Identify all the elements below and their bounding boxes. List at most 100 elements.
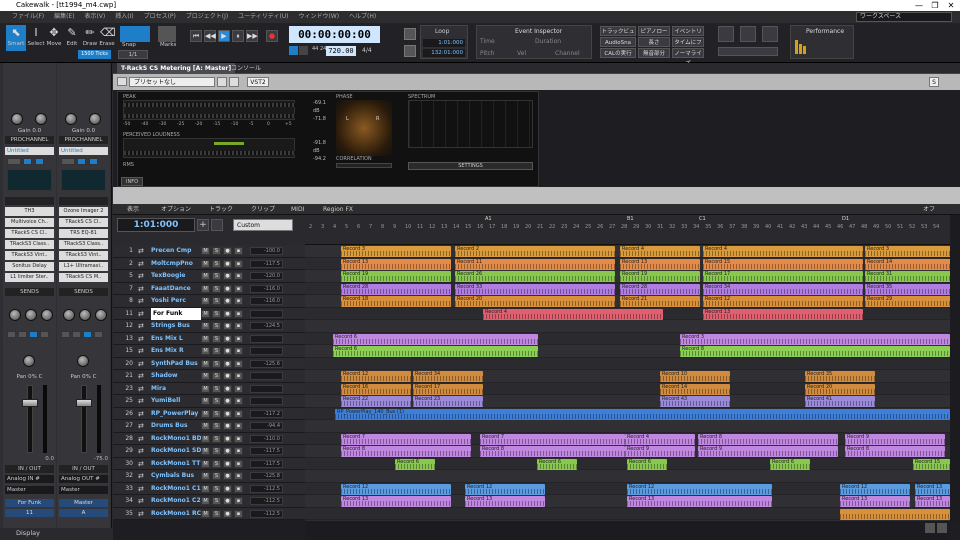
audio-clip[interactable]: Record 15 xyxy=(703,258,863,270)
audio-clip[interactable]: Record 6 xyxy=(333,333,538,345)
audio-clip[interactable]: Record 14 xyxy=(865,258,950,270)
add-track-button[interactable]: + xyxy=(197,219,209,231)
mute-button[interactable]: M xyxy=(201,484,210,493)
now-time[interactable]: 1:01:000 xyxy=(117,218,195,232)
track-row[interactable]: 28 ⇄ RockMono1 BD M S ● ▪ -110.0 xyxy=(113,432,305,445)
audio-clip[interactable]: Record 4 xyxy=(703,246,863,257)
gain-knob[interactable] xyxy=(11,113,23,125)
audio-clip[interactable]: Record 6 xyxy=(395,458,435,470)
track-name[interactable]: Cymbals Bus xyxy=(151,470,201,482)
track-row[interactable]: 5 ⇄ TexBoogie M S ● ▪ -120.0 xyxy=(113,270,305,283)
track-name[interactable]: RockMono1 BD xyxy=(151,433,201,445)
gain-knob[interactable] xyxy=(65,113,77,125)
tab-metering[interactable]: T-RackS CS Metering [A: Master] xyxy=(117,63,236,74)
track-volume[interactable] xyxy=(250,334,283,343)
input-echo-button[interactable]: ▪ xyxy=(234,297,243,305)
arm-button[interactable]: ● xyxy=(223,397,232,405)
audio-clip[interactable]: Record 28 xyxy=(341,283,451,295)
track-lane[interactable] xyxy=(305,470,950,483)
solo-button[interactable]: S xyxy=(212,359,221,368)
mute-button[interactable]: M xyxy=(201,247,210,255)
pan-knob[interactable] xyxy=(35,113,47,125)
track-lane[interactable] xyxy=(305,420,950,433)
minimize-button[interactable]: — xyxy=(912,0,926,11)
audio-clip[interactable]: Record 3 xyxy=(865,246,950,257)
audio-clip[interactable]: Record 22 xyxy=(341,396,411,407)
arm-button[interactable]: ● xyxy=(223,309,232,318)
arm-button[interactable]: ● xyxy=(223,472,232,480)
input-echo-button[interactable]: ▪ xyxy=(234,384,243,393)
solo-button[interactable]: S xyxy=(212,284,221,293)
post-button[interactable] xyxy=(61,158,75,165)
audio-clip[interactable]: Record 12 xyxy=(627,483,772,495)
track-row[interactable]: 11 ⇄ For Funk M S ● ▪ xyxy=(113,307,305,320)
arm-button[interactable]: ● xyxy=(223,497,232,505)
audio-clip[interactable]: Record 16 xyxy=(341,383,411,395)
audio-clip[interactable]: Record 3 xyxy=(680,333,950,345)
audio-clip[interactable]: Record 8 xyxy=(698,433,838,445)
arm-button[interactable]: ● xyxy=(223,459,232,468)
arm-button[interactable]: ● xyxy=(223,422,232,430)
audio-clip[interactable]: Record 17 xyxy=(703,271,863,282)
mute-button[interactable]: M xyxy=(201,334,210,343)
track-name[interactable]: TexBoogie xyxy=(151,270,201,282)
track-name[interactable]: RP_PowerPlay xyxy=(151,408,201,420)
fx-slot[interactable]: TRackS3 Class.. xyxy=(59,240,108,249)
smart-tool[interactable]: ⬉ Smart xyxy=(6,25,26,51)
track-name[interactable]: MoltcmpPno xyxy=(151,258,201,270)
tempo-display[interactable]: 720.00 xyxy=(326,46,356,56)
input-select[interactable]: Analog IN # xyxy=(5,475,54,483)
ruler-marker[interactable]: C1 xyxy=(699,216,706,222)
solo-button[interactable]: S xyxy=(212,472,221,480)
play-button[interactable]: ▶ xyxy=(218,30,230,42)
track-volume[interactable]: -116.0 xyxy=(250,284,283,293)
trackmenu-midi[interactable]: MIDI xyxy=(291,204,304,215)
audio-clip[interactable]: Record 28 xyxy=(620,283,700,295)
display-label[interactable]: Display xyxy=(16,529,40,537)
audio-clip[interactable]: Record 21 xyxy=(620,296,700,307)
arm-button[interactable]: ● xyxy=(223,247,232,255)
audio-clip[interactable]: Record 4 xyxy=(620,246,700,257)
audio-clip[interactable]: RP_PowerPlay_140_Bus (1) xyxy=(335,408,950,420)
audio-clip[interactable]: Record 8 xyxy=(680,346,950,357)
solo-button[interactable]: S xyxy=(212,322,221,330)
input-echo-button[interactable]: ▪ xyxy=(234,484,243,493)
output-select[interactable]: Master xyxy=(59,486,108,494)
input-echo-button[interactable]: ▪ xyxy=(234,247,243,255)
fx-slot[interactable]: TRS EQ-81 xyxy=(59,229,108,238)
track-name[interactable]: Drums Bus xyxy=(151,420,201,432)
menu-utility[interactable]: ユーティリティ(U) xyxy=(238,13,288,20)
audio-clip[interactable]: Record 15 xyxy=(913,458,950,470)
record-arm-button[interactable] xyxy=(83,331,92,338)
solo-button[interactable]: S xyxy=(212,409,221,418)
zoom-in-icon[interactable] xyxy=(925,523,935,533)
solo-button[interactable]: S xyxy=(212,422,221,430)
track-volume[interactable]: -117.5 xyxy=(250,447,283,455)
input-echo-button[interactable]: ▪ xyxy=(234,372,243,380)
time-display[interactable]: 00:00:00:00 xyxy=(289,26,380,43)
menu-insert[interactable]: 挿入(I) xyxy=(115,13,133,20)
snap-ticks[interactable]: 1500 Ticks xyxy=(78,50,111,59)
audio-clip[interactable]: Record 20 xyxy=(805,383,875,395)
solo-button[interactable]: S xyxy=(212,372,221,380)
audio-clip[interactable]: Record 12 xyxy=(703,296,863,307)
track-name[interactable]: Ens Mix L xyxy=(151,333,201,345)
audio-clip[interactable]: Record 6 xyxy=(627,458,667,470)
audio-clip[interactable]: Record 31 xyxy=(865,271,950,282)
audio-clip[interactable]: Record 8 xyxy=(341,446,471,457)
solo-button[interactable]: S xyxy=(212,297,221,305)
rewind-start-button[interactable]: ⏮ xyxy=(190,30,202,42)
track-name[interactable]: RockMono1 TT xyxy=(151,458,201,470)
solo-button[interactable]: S xyxy=(212,497,221,505)
audio-clip[interactable]: Record 43 xyxy=(660,396,730,407)
fx-slot[interactable]: TRackS CS M.. xyxy=(59,273,108,282)
mute-button[interactable]: M xyxy=(201,397,210,405)
track-volume[interactable]: -110.0 xyxy=(250,434,283,443)
track-row[interactable]: 30 ⇄ RockMono1 TT M S ● ▪ -117.5 xyxy=(113,457,305,470)
track-volume[interactable]: -94.4 xyxy=(250,422,283,430)
track-row[interactable]: 7 ⇄ FaaatDance M S ● ▪ -116.0 xyxy=(113,282,305,295)
arm-button[interactable]: ● xyxy=(223,347,232,355)
audio-clip[interactable]: Record 17 xyxy=(413,383,483,395)
mute-button[interactable]: M xyxy=(201,434,210,443)
ruler-marker[interactable]: B1 xyxy=(627,216,634,222)
